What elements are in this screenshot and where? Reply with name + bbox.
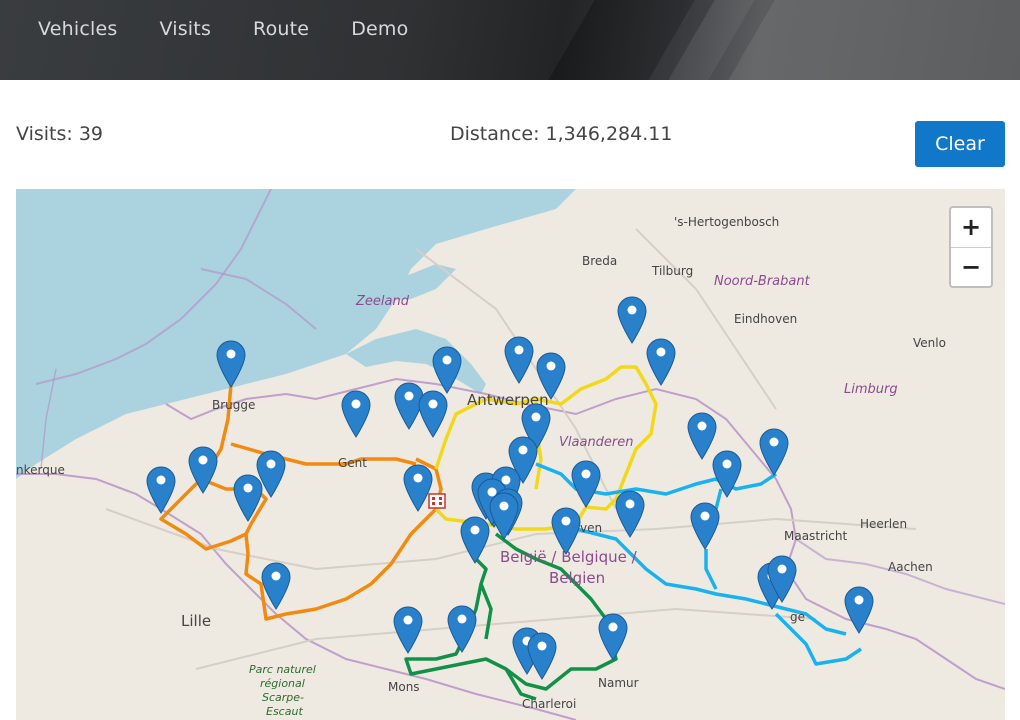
nav-menu: Vehicles Visits Route Demo bbox=[38, 18, 450, 40]
map-marker[interactable] bbox=[432, 346, 462, 394]
label-hertogenbosch: 's-Hertogenbosch bbox=[674, 215, 779, 229]
label-liege: ge bbox=[790, 610, 805, 624]
visits-count: Visits: 39 bbox=[16, 123, 104, 145]
route-map[interactable]: 's-Hertogenbosch Breda Tilburg Noord-Bra… bbox=[16, 189, 1005, 720]
zoom-control: + − bbox=[949, 206, 993, 288]
label-heerlen: Heerlen bbox=[860, 517, 907, 531]
label-tilburg: Tilburg bbox=[651, 264, 693, 278]
label-lille: Lille bbox=[181, 612, 211, 630]
map-marker[interactable] bbox=[447, 605, 477, 653]
label-parc2: régional bbox=[260, 677, 305, 690]
depot-icon[interactable] bbox=[428, 493, 446, 509]
map-marker[interactable] bbox=[571, 460, 601, 508]
map-marker[interactable] bbox=[759, 428, 789, 476]
label-noord-brabant: Noord-Brabant bbox=[714, 274, 811, 289]
map-marker[interactable] bbox=[403, 464, 433, 512]
label-mons: Mons bbox=[388, 680, 420, 694]
top-navbar: Vehicles Visits Route Demo bbox=[0, 0, 1020, 80]
nav-route[interactable]: Route bbox=[253, 18, 309, 40]
label-parc1: Parc naturel bbox=[249, 663, 316, 676]
map-marker[interactable] bbox=[489, 492, 519, 540]
map-marker[interactable] bbox=[687, 412, 717, 460]
zoom-out-button[interactable]: − bbox=[951, 248, 991, 287]
distance-total: Distance: 1,346,284.11 bbox=[450, 123, 673, 145]
label-zeeland: Zeeland bbox=[355, 294, 410, 309]
map-marker[interactable] bbox=[617, 296, 647, 344]
label-leuven: ven bbox=[580, 521, 602, 535]
label-belgique: België / Belgique / bbox=[500, 548, 638, 566]
label-breda: Breda bbox=[582, 254, 617, 268]
map-marker[interactable] bbox=[460, 516, 490, 564]
label-maastricht: Maastricht bbox=[784, 529, 847, 543]
map-marker[interactable] bbox=[527, 632, 557, 680]
label-parc4: Escaut bbox=[266, 705, 303, 718]
label-parc3: Scarpe- bbox=[262, 691, 304, 704]
map-marker[interactable] bbox=[341, 390, 371, 438]
map-marker[interactable] bbox=[598, 613, 628, 661]
map-marker[interactable] bbox=[690, 502, 720, 550]
sea-area bbox=[16, 189, 576, 479]
label-limburg: Limburg bbox=[844, 382, 898, 397]
clear-button[interactable]: Clear bbox=[915, 121, 1005, 167]
label-vlaanderen: Vlaanderen bbox=[559, 435, 634, 450]
map-marker[interactable] bbox=[418, 390, 448, 438]
label-aachen: Aachen bbox=[888, 560, 933, 574]
label-belgien: Belgien bbox=[549, 569, 605, 587]
map-marker[interactable] bbox=[844, 586, 874, 634]
route-orange bbox=[159, 383, 443, 621]
road bbox=[195, 607, 817, 670]
nav-vehicles[interactable]: Vehicles bbox=[38, 18, 117, 40]
zoom-in-button[interactable]: + bbox=[951, 208, 991, 248]
map-canvas: 's-Hertogenbosch Breda Tilburg Noord-Bra… bbox=[16, 189, 1005, 720]
nav-visits[interactable]: Visits bbox=[159, 18, 211, 40]
nav-demo[interactable]: Demo bbox=[351, 18, 408, 40]
map-marker[interactable] bbox=[146, 466, 176, 514]
label-charleroi: Charleroi bbox=[522, 697, 576, 711]
estuary bbox=[346, 329, 486, 394]
label-dunkerque: nkerque bbox=[16, 463, 65, 477]
label-venlo: Venlo bbox=[913, 336, 946, 350]
label-namur: Namur bbox=[598, 676, 639, 690]
label-eindhoven: Eindhoven bbox=[734, 312, 797, 326]
map-marker[interactable] bbox=[646, 338, 676, 386]
label-brugge: Brugge bbox=[212, 398, 255, 412]
map-marker[interactable] bbox=[504, 336, 534, 384]
map-marker[interactable] bbox=[261, 562, 291, 610]
map-marker[interactable] bbox=[393, 606, 423, 654]
label-gent: Gent bbox=[338, 456, 367, 470]
